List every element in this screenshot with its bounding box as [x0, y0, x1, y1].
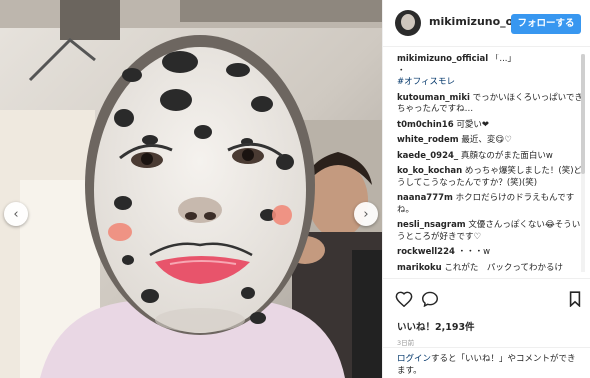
- comment-item: kaede_0924_ 真顔なのがまた面白いw: [397, 151, 587, 163]
- caption-username[interactable]: mikimizuno_official: [397, 54, 488, 64]
- comment-username[interactable]: naana777m: [397, 193, 453, 203]
- comment-item: rockwell224 ・・・w: [397, 247, 587, 259]
- scrollbar-thumb[interactable]: [581, 54, 585, 174]
- comment-item: kutouman_miki でっかいほくろいっぱいできちゃったんですね…: [397, 93, 587, 116]
- comment-text: 最近、変😋♡: [461, 135, 512, 145]
- comment-item: t0m0chin16 可愛い❤: [397, 120, 587, 132]
- comment-username[interactable]: white_rodem: [397, 135, 459, 145]
- photo-illustration: [0, 0, 382, 378]
- like-count[interactable]: いいね！2,193件: [397, 319, 475, 333]
- comment-item: white_rodem 最近、変😋♡: [397, 135, 587, 147]
- comment-list[interactable]: mikimizuno_official 「...」 ・ #オフィスモレ kuto…: [397, 54, 587, 272]
- comment-username[interactable]: rockwell224: [397, 247, 455, 257]
- post-sidebar: mikimizuno_offici フォローする mikimizuno_offi…: [382, 0, 590, 378]
- comment-text: ・・・w: [457, 247, 491, 257]
- comment-item: naana777m ホクロだらけのドラえもんですね。: [397, 193, 587, 216]
- login-link[interactable]: ログイン: [397, 354, 431, 364]
- bookmark-icon[interactable]: [569, 291, 581, 311]
- comment-item: ko_ko_kochan めっちゃ爆笑しました！(笑)どうしてこうなったんですか…: [397, 166, 587, 189]
- comment-text: これがた パックってわかるけ: [444, 262, 563, 273]
- comment-text: 真顔なのがまた面白いw: [460, 150, 553, 161]
- avatar-face: [401, 14, 415, 30]
- post-photo[interactable]: ‹ ›: [0, 0, 382, 378]
- caption: mikimizuno_official 「...」 ・ #オフィスモレ: [397, 54, 587, 89]
- post-actions: いいね！2,193件 3日前 ログインすると「いいね！」やコメントができます。: [383, 278, 590, 378]
- comment-username[interactable]: kaede_0924_: [397, 151, 458, 161]
- heart-icon[interactable]: [395, 291, 413, 311]
- comment-item: marikoku これがた パックってわかるけ: [397, 263, 587, 273]
- comment-username[interactable]: ko_ko_kochan: [397, 166, 462, 176]
- post-header: mikimizuno_offici フォローする: [383, 0, 590, 47]
- comment-item: nesli_nsagram 文優さんっぽくない😂そういうところが好きです♡: [397, 220, 587, 243]
- caption-text: 「...」: [490, 54, 516, 64]
- login-prompt: ログインすると「いいね！」やコメントができます。: [383, 347, 590, 377]
- comment-username[interactable]: marikoku: [397, 263, 442, 273]
- avatar[interactable]: [395, 10, 421, 36]
- comment-username[interactable]: t0m0chin16: [397, 120, 454, 130]
- post-date[interactable]: 3日前: [397, 337, 414, 347]
- next-photo-button[interactable]: ›: [354, 202, 378, 226]
- comment-username[interactable]: kutouman_miki: [397, 93, 470, 103]
- follow-button[interactable]: フォローする: [511, 14, 581, 34]
- hashtag-link[interactable]: #オフィスモレ: [397, 77, 455, 87]
- chevron-right-icon: ›: [363, 206, 369, 222]
- caption-dot: ・: [397, 65, 406, 76]
- previous-photo-button[interactable]: ‹: [4, 202, 28, 226]
- comment-scrollbar[interactable]: [581, 54, 585, 272]
- instagram-post-embed: ‹ › mikimizuno_offici フォローする mikimizuno_…: [0, 0, 590, 378]
- comment-username[interactable]: nesli_nsagram: [397, 220, 466, 230]
- comment-text: 可愛い❤: [456, 119, 489, 130]
- comment-icon[interactable]: [421, 291, 439, 311]
- chevron-left-icon: ‹: [13, 206, 19, 222]
